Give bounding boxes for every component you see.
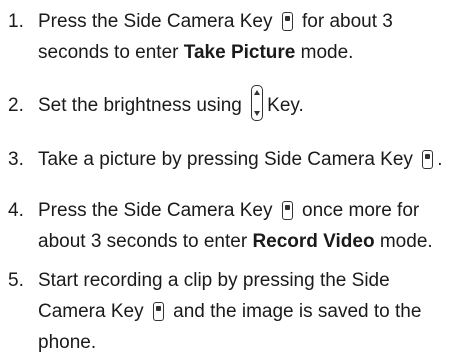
step-2: 2. Set the brightness using Key. xyxy=(0,84,460,121)
step-text: Camera Key xyxy=(38,301,144,322)
step-text: Press the Side Camera Key xyxy=(38,11,273,32)
step-text: mode. xyxy=(300,42,354,63)
step-number: 2. xyxy=(8,95,24,116)
step-number: 4. xyxy=(8,200,24,221)
step-text: seconds to enter xyxy=(38,42,179,63)
step-number: 3. xyxy=(8,149,24,170)
side-camera-key-icon xyxy=(281,201,293,221)
volume-key-icon xyxy=(251,84,264,121)
step-5: 5. Start recording a clip by pressing the… xyxy=(0,265,460,358)
step-number: 1. xyxy=(8,11,24,32)
step-text: about 3 seconds to enter xyxy=(38,231,248,252)
side-camera-key-icon xyxy=(422,150,434,170)
step-text: and the image is saved to the xyxy=(173,301,422,322)
step-text: Take a picture by pressing Side Camera K… xyxy=(38,149,413,170)
step-text: mode. xyxy=(379,231,433,252)
step-text: Press the Side Camera Key xyxy=(38,200,273,221)
step-text: Key. xyxy=(267,95,304,116)
step-text: phone. xyxy=(38,332,97,353)
step-number: 5. xyxy=(8,270,24,291)
step-1: 1. Press the Side Camera Key for about 3 … xyxy=(0,6,460,68)
step-text: once more for xyxy=(302,200,420,221)
side-camera-key-icon xyxy=(281,12,293,32)
side-camera-key-icon xyxy=(152,302,164,322)
mode-name: Take Picture xyxy=(183,42,296,63)
step-text: Start recording a clip by pressing the S… xyxy=(38,270,390,291)
step-text: Set the brightness using xyxy=(38,95,242,116)
step-4: 4. Press the Side Camera Key once more fo… xyxy=(0,195,460,257)
step-text: . xyxy=(437,149,443,170)
step-3: 3. Take a picture by pressing Side Camera… xyxy=(0,144,460,175)
step-text: for about 3 xyxy=(302,11,393,32)
mode-name: Record Video xyxy=(252,231,375,252)
